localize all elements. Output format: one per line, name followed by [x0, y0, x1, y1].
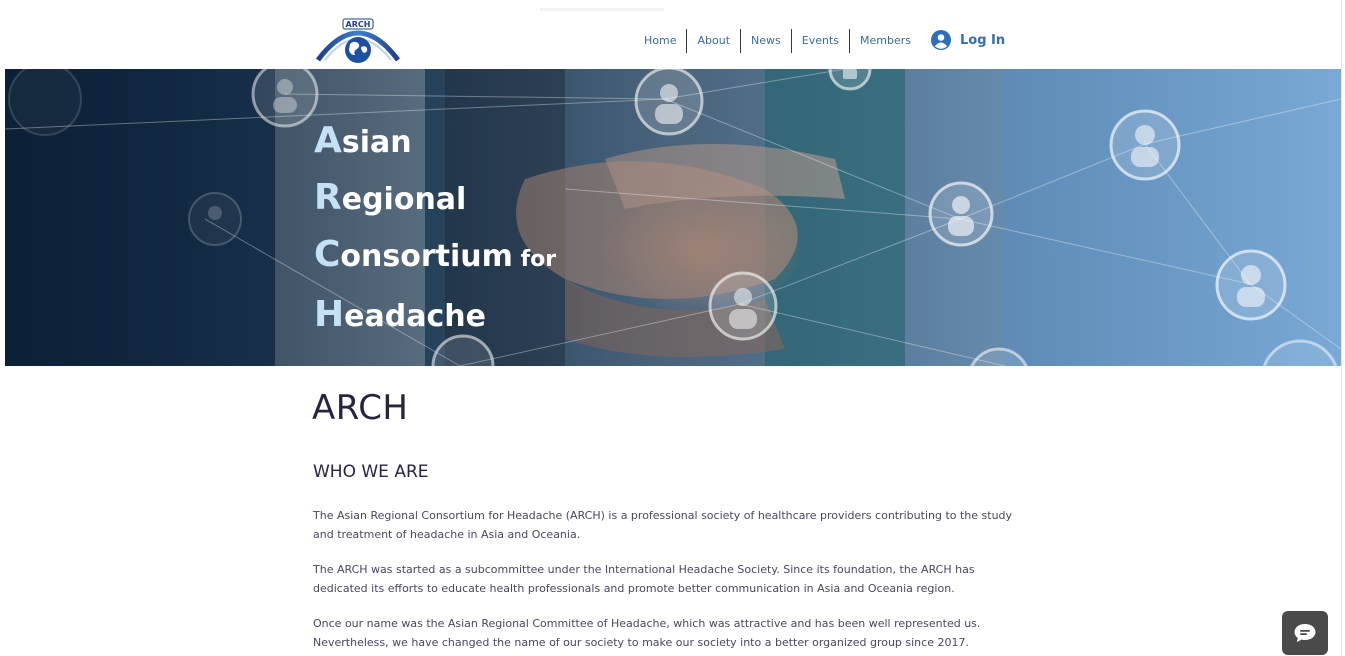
nav-events[interactable]: Events [790, 29, 849, 53]
hero-line-headache: Headache [314, 287, 556, 344]
hero-title: Asian Regional Consortium for Headache [314, 113, 556, 344]
page-title: ARCH [312, 388, 409, 428]
hero-background-image [5, 69, 1341, 366]
chat-bubble-icon [1294, 624, 1316, 642]
arch-logo[interactable]: ARCH [315, 14, 401, 64]
hero-line-consortium: Consortium for [314, 227, 556, 287]
paragraph-history: The ARCH was started as a subcommittee u… [313, 563, 975, 595]
hero-capital: R [314, 177, 342, 218]
section-heading-who-we-are: WHO WE ARE [313, 462, 429, 482]
site-header: ARCH Home About News Events Members Log … [0, 0, 1345, 69]
hero-line-regional: Regional [314, 170, 556, 227]
hero-banner: Asian Regional Consortium for Headache [5, 69, 1341, 366]
top-strip [540, 8, 664, 11]
login-label: Log In [960, 32, 1006, 48]
hero-capital: C [314, 234, 341, 275]
nav-home[interactable]: Home [636, 29, 686, 53]
login-button[interactable]: Log In [931, 30, 1005, 50]
nav-members[interactable]: Members [849, 29, 921, 53]
nav-news[interactable]: News [740, 29, 791, 53]
paragraph-intro: The Asian Regional Consortium for Headac… [313, 509, 1013, 541]
hero-line-suffix: for [512, 247, 557, 272]
chat-button[interactable] [1282, 611, 1328, 655]
hero-line-rest: sian [341, 125, 412, 160]
scrollbar-track[interactable] [1341, 0, 1342, 656]
nav-about[interactable]: About [686, 29, 740, 53]
user-circle-icon [931, 30, 951, 50]
hero-line-rest: eadache [344, 299, 486, 334]
hero-line-rest: onsortium [340, 239, 513, 274]
hero-capital: H [314, 294, 345, 335]
hero-line-asian: Asian [314, 113, 556, 170]
hero-capital: A [314, 120, 342, 161]
globe-logo-icon: ARCH [315, 18, 401, 63]
logo-text: ARCH [346, 20, 371, 29]
main-nav: Home About News Events Members [636, 29, 921, 53]
hero-line-rest: egional [341, 182, 467, 217]
paragraph-name-change: Once our name was the Asian Regional Com… [313, 617, 981, 649]
